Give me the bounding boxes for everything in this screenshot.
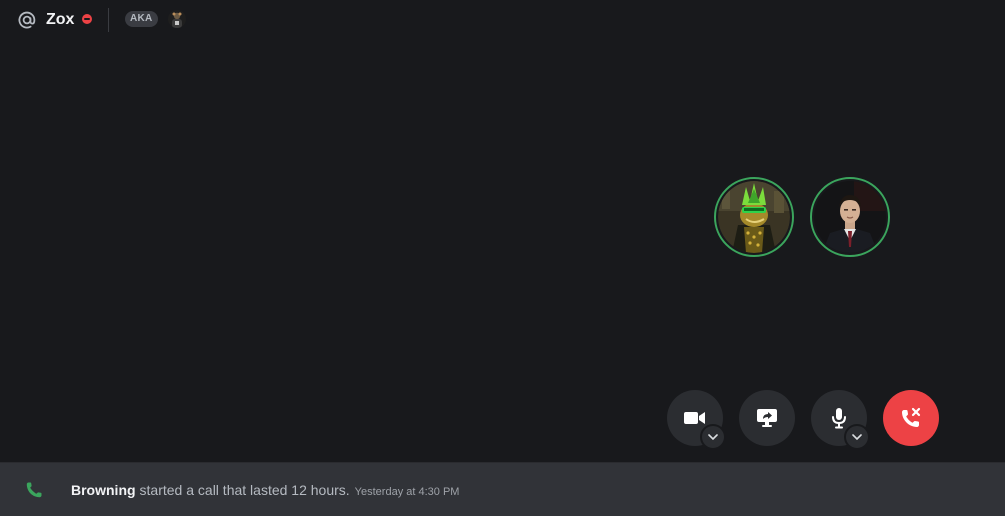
- hang-up-icon: [902, 407, 921, 427]
- disconnect-button[interactable]: [883, 390, 939, 446]
- camera-options-button[interactable]: [700, 424, 726, 450]
- message-author[interactable]: Browning: [71, 482, 136, 498]
- microphone-icon: [832, 408, 846, 429]
- aka-avatar[interactable]: [168, 10, 186, 28]
- participant-avatar[interactable]: [714, 177, 794, 257]
- man-in-suit-avatar-image: [814, 181, 886, 253]
- green-mohawk-avatar-image: [718, 181, 790, 253]
- message-timestamp[interactable]: Yesterday at 4:30 PM: [355, 486, 460, 498]
- participant-avatar[interactable]: [810, 177, 890, 257]
- message-text: started a call that lasted 12 hours.: [139, 482, 350, 498]
- call-system-message: Browning started a call that lasted 12 ho…: [0, 462, 1005, 516]
- chevron-down-icon: [852, 434, 862, 440]
- microphone-options-button[interactable]: [844, 424, 870, 450]
- at-icon: [17, 10, 37, 30]
- aka-badge[interactable]: AKA: [125, 11, 158, 27]
- channel-header: Zox AKA: [0, 0, 1005, 40]
- dnd-status-icon: [82, 14, 92, 24]
- screen-share-button[interactable]: [739, 390, 795, 446]
- phone-icon: [25, 481, 43, 499]
- header-divider: [108, 8, 109, 32]
- chevron-down-icon: [708, 434, 718, 440]
- screen-share-icon: [757, 409, 777, 427]
- message-content: Browning started a call that lasted 12 ho…: [71, 481, 459, 501]
- dm-call-view: Zox AKA Browning started a call that las…: [0, 0, 1005, 516]
- video-camera-icon: [684, 412, 705, 424]
- dm-title: Zox: [46, 11, 75, 28]
